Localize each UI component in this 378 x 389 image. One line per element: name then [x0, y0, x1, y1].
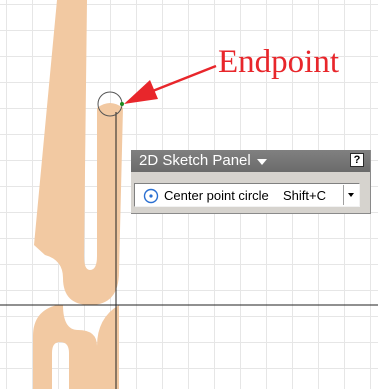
tool-label: Center point circle	[164, 188, 269, 203]
slot-profile-upper[interactable]	[34, 0, 123, 305]
endpoint-callout-label: Endpoint	[218, 44, 339, 80]
tool-shortcut: Shift+C	[283, 188, 326, 203]
callout-arrowhead-icon	[124, 80, 158, 104]
sketch-panel: 2D Sketch Panel ? Center point circle Sh…	[131, 150, 371, 214]
slot-profile-lower[interactable]	[33, 305, 97, 389]
panel-menu-arrow-icon[interactable]	[257, 159, 267, 165]
center-point-circle-button[interactable]: Center point circle Shift+C	[136, 185, 339, 205]
panel-title: 2D Sketch Panel	[139, 152, 251, 169]
panel-titlebar[interactable]: 2D Sketch Panel ?	[131, 150, 370, 172]
center-point-circle-icon	[143, 188, 159, 204]
help-question-icon[interactable]: ?	[350, 153, 364, 167]
tool-dropdown-button[interactable]	[343, 185, 358, 205]
tool-row: Center point circle Shift+C	[134, 183, 360, 207]
chevron-down-icon	[348, 193, 354, 197]
endpoint-dot	[120, 102, 124, 106]
